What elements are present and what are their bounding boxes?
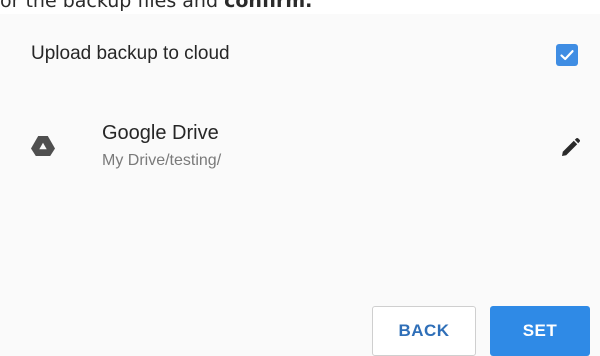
set-button[interactable]: SET: [490, 306, 590, 356]
upload-to-cloud-row[interactable]: Upload backup to cloud: [0, 28, 600, 80]
back-button[interactable]: BACK: [372, 306, 476, 356]
google-drive-icon: [31, 136, 55, 156]
drive-provider-title: Google Drive: [102, 122, 219, 144]
instruction-text-emphasis: confirm.: [224, 0, 313, 12]
upload-to-cloud-label: Upload backup to cloud: [31, 43, 230, 64]
checkmark-icon: [560, 50, 574, 61]
backup-settings-panel: Upload backup to cloud Google Drive My D…: [0, 14, 600, 356]
edit-pencil-icon[interactable]: [559, 137, 581, 159]
instruction-text: or the backup files and confirm.: [0, 0, 600, 14]
upload-to-cloud-checkbox[interactable]: [556, 44, 578, 66]
drive-folder-path: My Drive/testing/: [102, 152, 222, 169]
instruction-text-prefix: or the backup files and: [0, 0, 225, 12]
cloud-destination-row[interactable]: Google Drive My Drive/testing/: [0, 102, 600, 198]
page: or the backup files and confirm. Upload …: [0, 0, 600, 356]
